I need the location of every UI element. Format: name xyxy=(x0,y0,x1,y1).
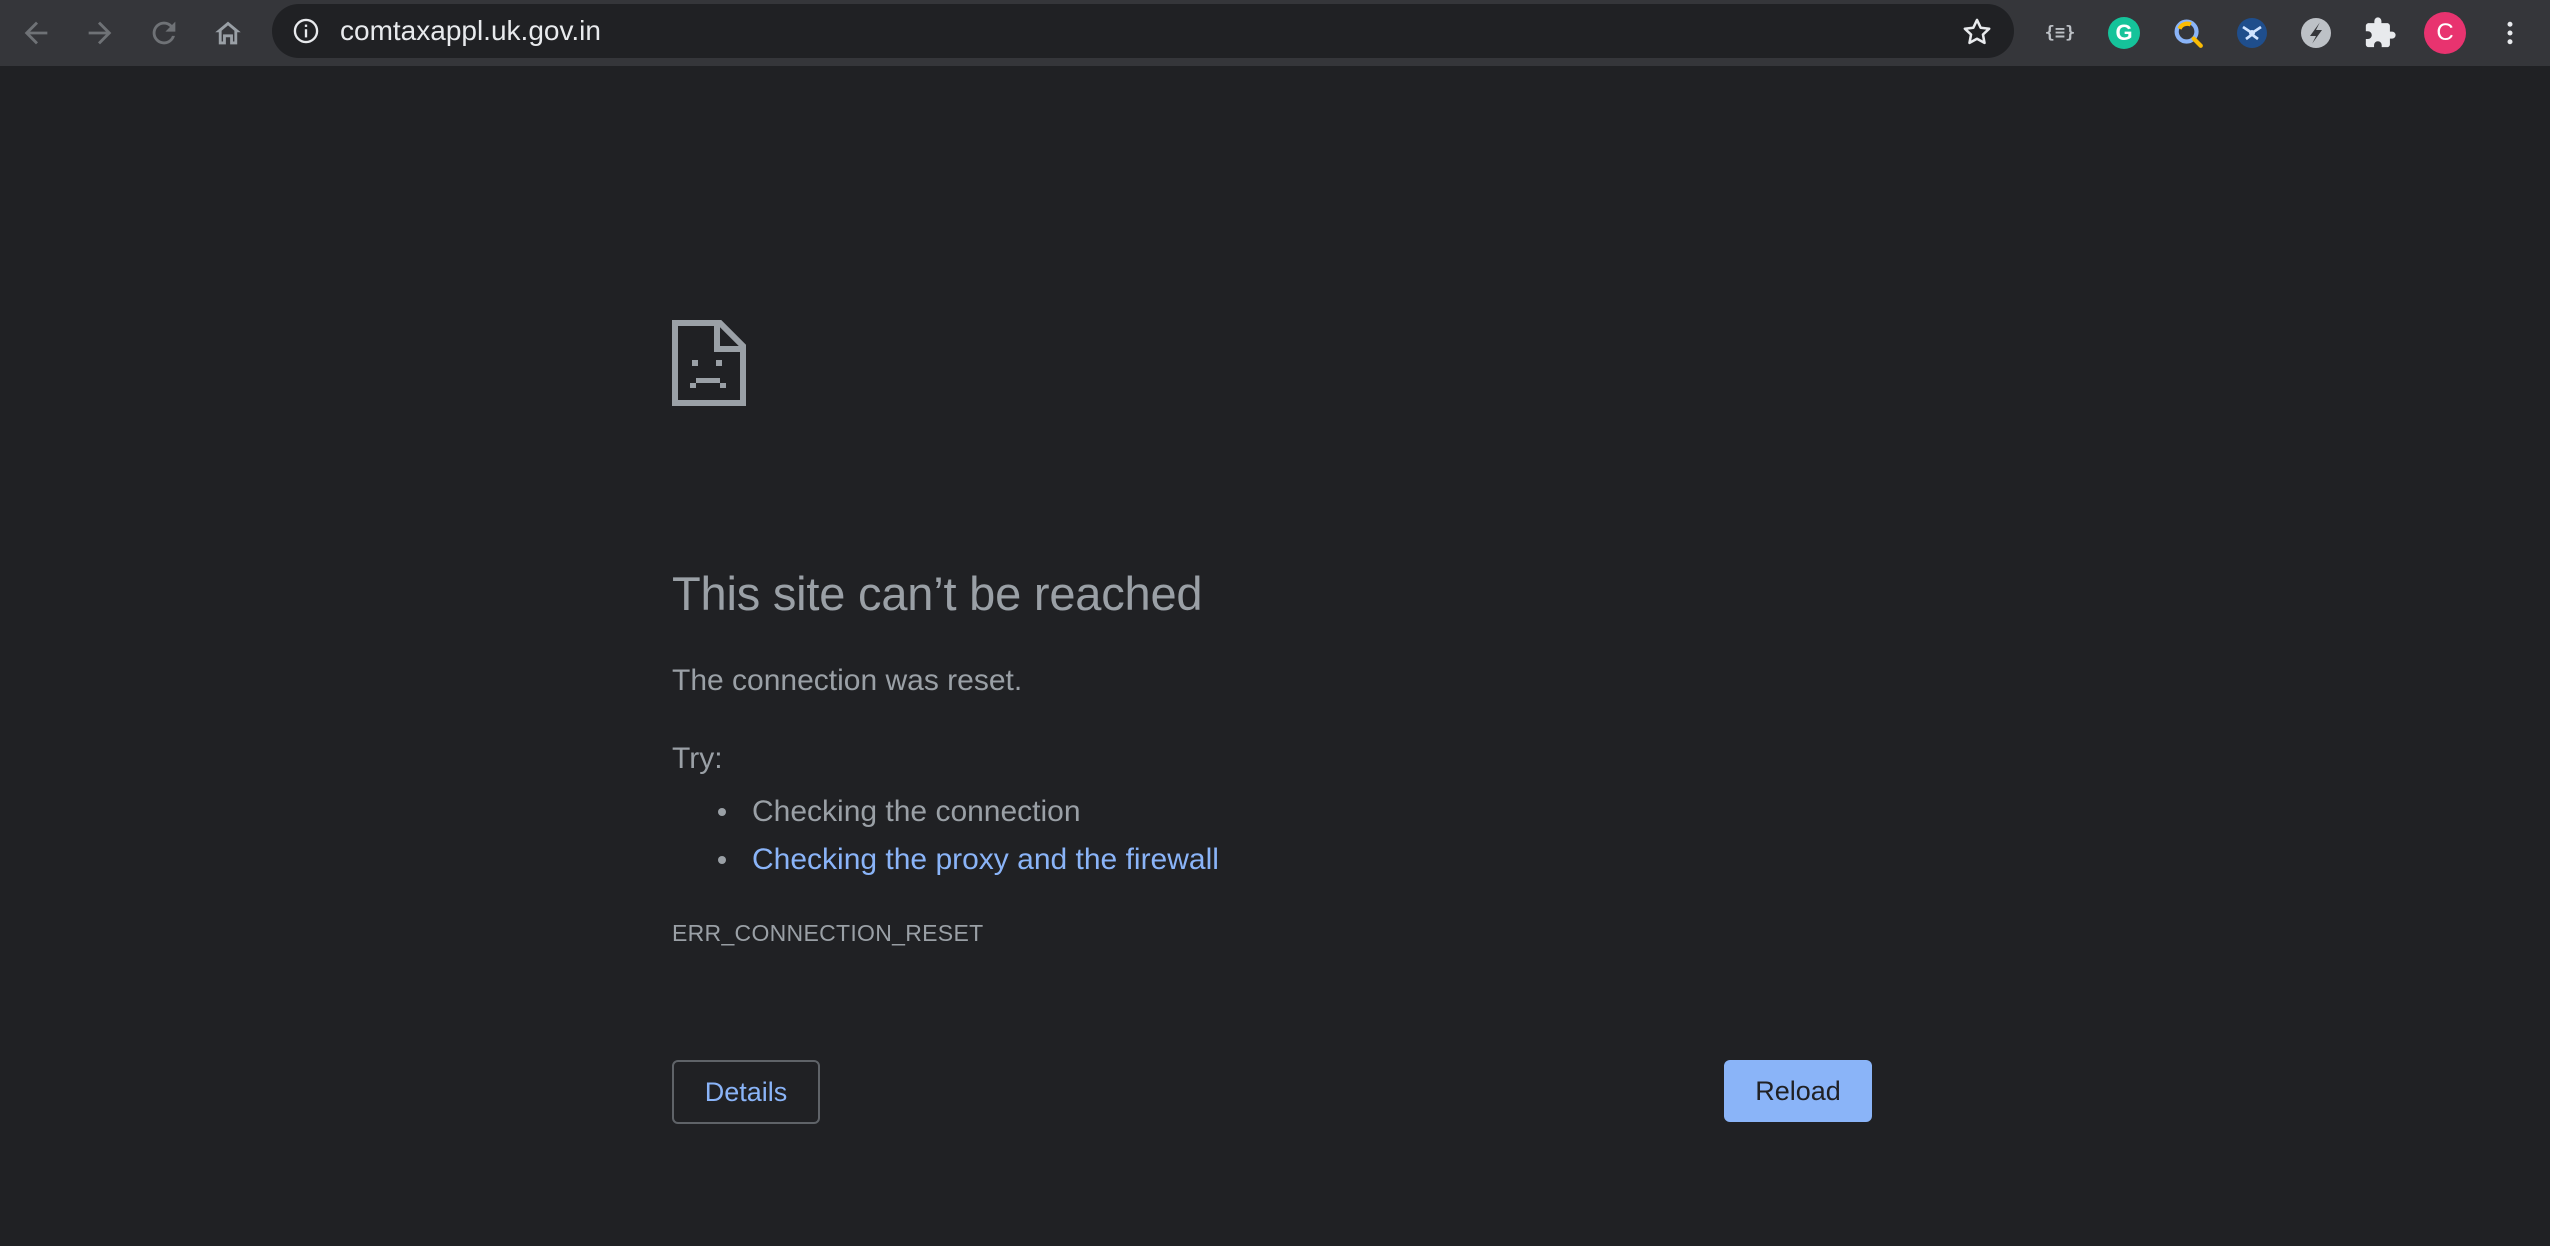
search-extension-icon[interactable] xyxy=(2168,13,2208,53)
grammarly-extension-icon[interactable]: G xyxy=(2104,13,2144,53)
bullet-icon xyxy=(718,856,726,864)
address-bar[interactable]: comtaxappl.uk.gov.in xyxy=(272,4,2014,58)
list-item: Checking the proxy and the firewall xyxy=(672,836,1219,884)
profile-avatar[interactable]: C xyxy=(2422,10,2468,56)
back-button[interactable] xyxy=(13,10,59,56)
suggestion-check-connection: Checking the connection xyxy=(752,795,1081,828)
more-vertical-icon xyxy=(2507,21,2513,45)
suggestion-proxy-firewall-link[interactable]: Checking the proxy and the firewall xyxy=(752,843,1219,876)
back-icon xyxy=(24,21,48,45)
reload-button[interactable]: Reload xyxy=(1724,1060,1872,1122)
proxy-extension-icon[interactable] xyxy=(2232,13,2272,53)
url-text[interactable]: comtaxappl.uk.gov.in xyxy=(340,4,601,58)
suggestions-list: Checking the connection Checking the pro… xyxy=(672,788,1219,884)
list-item: Checking the connection xyxy=(672,788,1219,836)
reload-page-button[interactable] xyxy=(141,10,187,56)
error-code: ERR_CONNECTION_RESET xyxy=(672,920,984,946)
home-icon xyxy=(215,21,241,45)
bookmark-star-icon[interactable] xyxy=(1960,15,1994,49)
info-icon[interactable] xyxy=(292,17,320,45)
reload-icon xyxy=(152,21,176,45)
error-headline: This site can’t be reached xyxy=(672,567,1203,620)
puzzle-extensions-icon[interactable] xyxy=(2360,13,2400,53)
try-label: Try: xyxy=(672,742,723,775)
error-message: The connection was reset. xyxy=(672,664,1023,697)
browser-toolbar: comtaxappl.uk.gov.in {≡} G C xyxy=(0,0,2550,66)
details-button[interactable]: Details xyxy=(672,1060,820,1124)
browser-menu-button[interactable] xyxy=(2490,13,2530,53)
bullet-icon xyxy=(718,808,726,816)
json-viewer-extension-icon[interactable]: {≡} xyxy=(2040,13,2080,53)
home-button[interactable] xyxy=(205,10,251,56)
forward-button[interactable] xyxy=(77,10,123,56)
speed-extension-icon[interactable] xyxy=(2296,13,2336,53)
forward-icon xyxy=(88,21,112,45)
sad-page-icon xyxy=(672,320,746,406)
